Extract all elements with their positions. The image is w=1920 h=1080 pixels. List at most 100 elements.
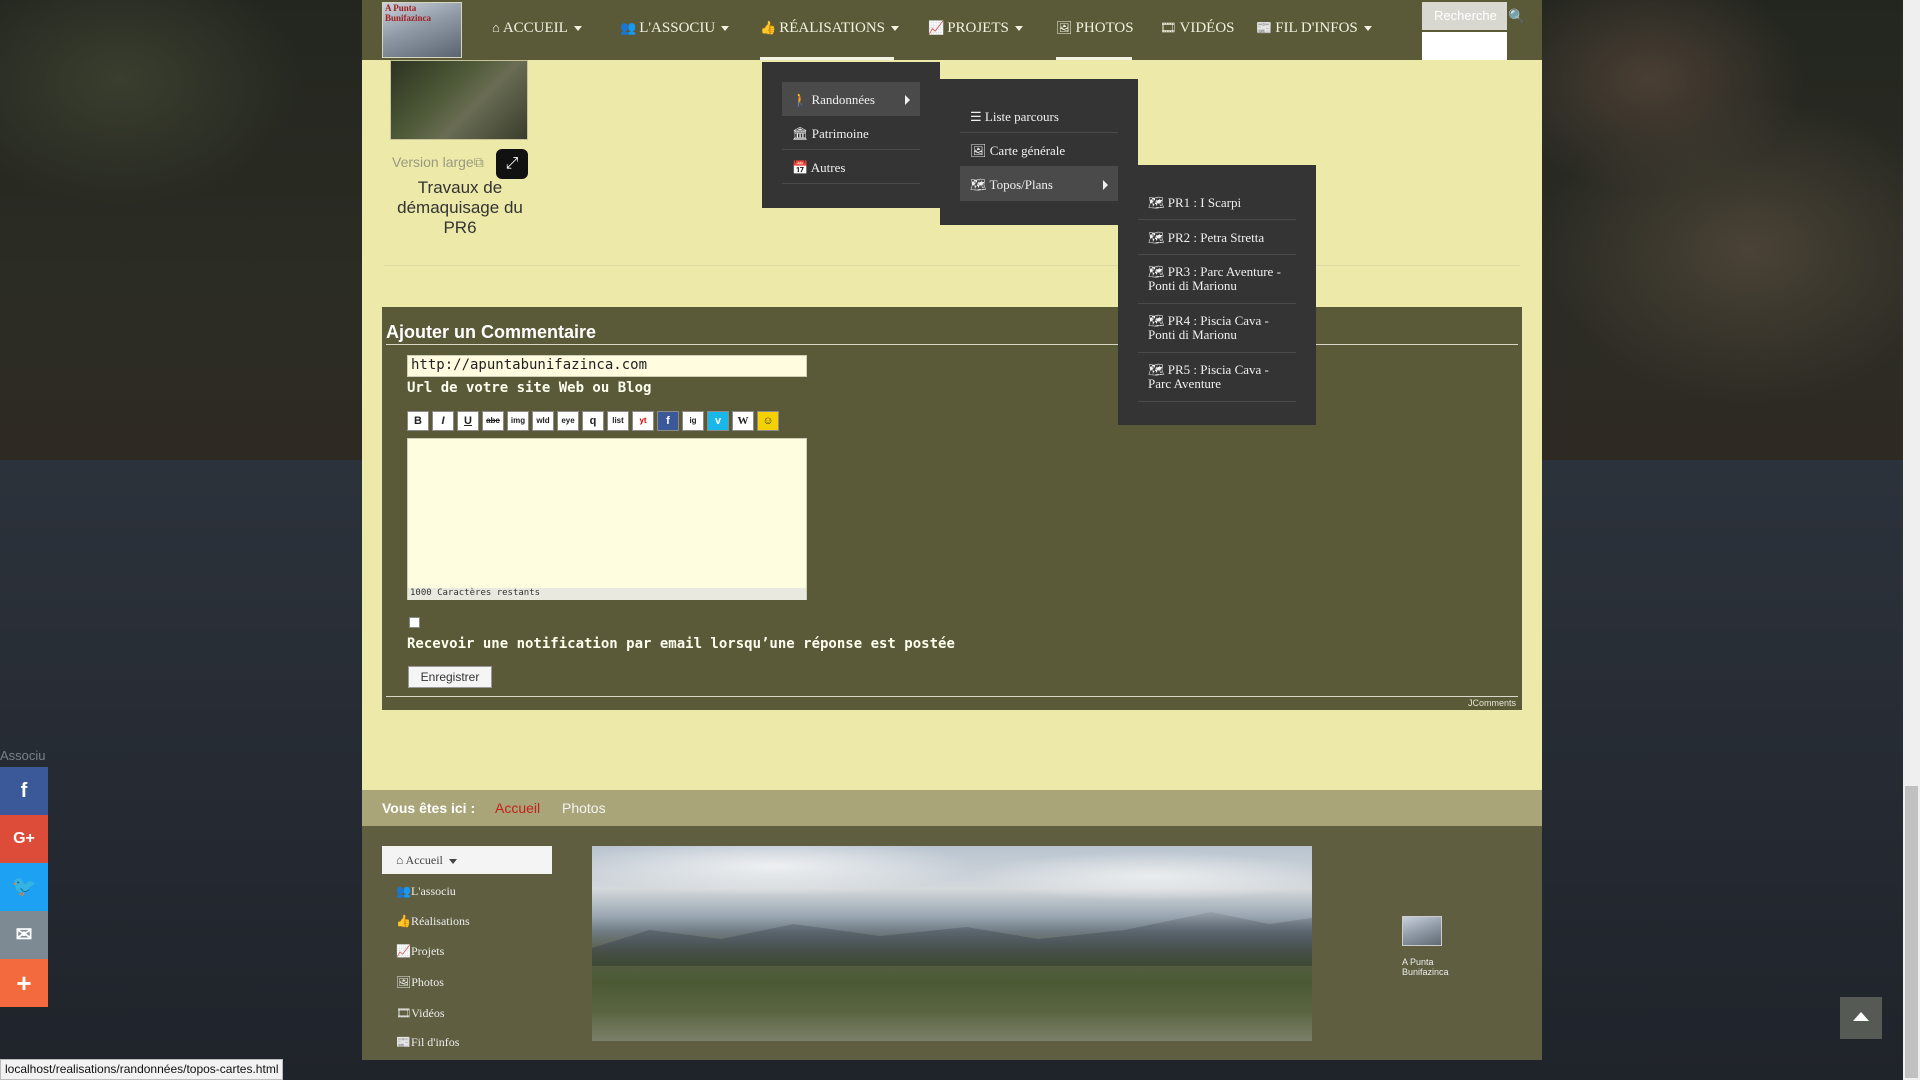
map-icon: 🗺 <box>1148 362 1165 377</box>
save-button[interactable]: Enregistrer <box>408 666 492 688</box>
footer-nav-projets[interactable]: 📈Projets <box>396 944 444 959</box>
jcomments-credit-link[interactable]: JComments <box>1440 698 1516 708</box>
nav-realisations-label: RÉALISATIONS <box>779 20 886 36</box>
nav-accueil-label: ACCUEIL <box>502 20 568 36</box>
twitter-share-button[interactable]: 🐦 <box>0 863 48 911</box>
facebook-share-button[interactable]: f <box>0 767 48 815</box>
link-button[interactable]: wld <box>532 411 554 431</box>
divider <box>386 696 1518 697</box>
nav-videos[interactable]: 🎞 VIDÉOS <box>1160 20 1235 42</box>
wikipedia-button[interactable]: W <box>732 411 754 431</box>
menu-item-label: PR4 : Piscia Cava - Ponti di Marionu <box>1148 313 1269 342</box>
list-button[interactable]: list <box>607 411 629 431</box>
instagram-button[interactable]: ig <box>682 411 704 431</box>
menu-item-patrimoine[interactable]: 🏛 Patrimoine <box>782 116 920 150</box>
underline-button[interactable]: U <box>457 411 479 431</box>
nav-photos-active-indicator <box>1056 57 1132 60</box>
expand-icon[interactable]: ⤢ <box>496 149 528 179</box>
footer-nav-fil-infos[interactable]: 📰Fil d'infos <box>396 1035 459 1050</box>
film-icon: 🎞 <box>1160 20 1177 35</box>
breadcrumb-home-link[interactable]: Accueil <box>495 800 540 816</box>
version-large-label: Version large <box>392 154 474 170</box>
menu-item-liste-parcours[interactable]: ☰ Liste parcours <box>960 99 1118 133</box>
menu-item-pr5[interactable]: 🗺 PR5 : Piscia Cava - Parc Aventure <box>1138 353 1296 402</box>
photo-thumbnail[interactable] <box>390 60 528 140</box>
realisations-dropdown: 🚶 Randonnées 🏛 Patrimoine 📅 Autres <box>762 62 940 208</box>
quote-button[interactable]: q <box>582 411 604 431</box>
menu-item-pr4[interactable]: 🗺 PR4 : Piscia Cava - Ponti di Marionu <box>1138 304 1296 353</box>
menu-item-label: Topos/Plans <box>989 177 1053 192</box>
smiley-button[interactable]: ☺ <box>757 411 779 431</box>
comment-form-title: Ajouter un Commentaire <box>386 322 597 342</box>
chars-remaining: 1000 Caractères restants <box>408 588 806 600</box>
footer-nav-realisations[interactable]: 👍Réalisations <box>396 914 470 929</box>
users-icon: 👥 <box>396 884 411 898</box>
footer-nav-label: L'associu <box>410 884 456 898</box>
italic-button[interactable]: I <box>432 411 454 431</box>
email-share-button[interactable]: ✉ <box>0 911 48 959</box>
more-share-button[interactable]: + <box>0 959 48 1007</box>
status-bar-url: localhost/realisations/randonnées/topos-… <box>0 1059 284 1080</box>
thumbs-up-icon: 👍 <box>760 20 777 35</box>
footer-nav-accueil[interactable]: ⌂ Accueil <box>382 846 552 874</box>
footer-nav-label: Photos <box>411 975 444 989</box>
caret-down-icon <box>891 26 900 32</box>
map-icon: 🗺 <box>970 177 987 192</box>
nav-fil-infos-label: FIL D'INFOS <box>1275 20 1358 36</box>
image-button[interactable]: img <box>507 411 529 431</box>
menu-item-label: PR3 : Parc Aventure - Ponti di Marionu <box>1148 264 1281 293</box>
nav-accueil[interactable]: ⌂ ACCUEIL <box>492 20 582 42</box>
youtube-button[interactable]: yt <box>632 411 654 431</box>
menu-item-carte-generale[interactable]: 🖼 Carte générale <box>960 133 1118 167</box>
picture-icon: 🖼 <box>970 143 987 158</box>
bold-button[interactable]: B <box>407 411 429 431</box>
back-to-top-button[interactable] <box>1840 997 1882 1039</box>
menu-item-label: PR5 : Piscia Cava - Parc Aventure <box>1148 362 1269 391</box>
hide-button[interactable]: eye <box>557 411 579 431</box>
breadcrumb-current: Photos <box>562 800 606 816</box>
menu-item-autres[interactable]: 📅 Autres <box>782 150 920 184</box>
nav-fil-infos[interactable]: 📰 FIL D'INFOS <box>1256 20 1372 42</box>
list-icon: ☰ <box>970 109 982 124</box>
notify-checkbox[interactable] <box>409 617 420 628</box>
footer-nav-videos[interactable]: 🎞Vidéos <box>396 1006 445 1021</box>
menu-item-pr3[interactable]: 🗺 PR3 : Parc Aventure - Ponti di Marionu <box>1138 255 1296 304</box>
nav-associu[interactable]: 👥 L'ASSOCIU <box>620 20 730 42</box>
googleplus-share-button[interactable]: G+ <box>0 815 48 863</box>
website-url-input[interactable]: http://apuntabunifazinca.com <box>407 355 807 377</box>
footer-nav-associu[interactable]: 👥L'associu <box>396 884 456 899</box>
comment-textarea[interactable] <box>407 438 807 600</box>
search-input[interactable]: Recherche <box>1422 2 1507 30</box>
facebook-button[interactable]: f <box>657 411 679 431</box>
photo-title[interactable]: Travaux de démaquisage du PR6 <box>385 178 535 238</box>
footer-logo[interactable] <box>1402 916 1442 946</box>
site-logo[interactable]: A Punta Bunifazinca <box>382 2 462 58</box>
menu-item-pr1[interactable]: 🗺 PR1 : I Scarpi <box>1138 185 1296 220</box>
menu-item-pr2[interactable]: 🗺 PR2 : Petra Stretta <box>1138 220 1296 255</box>
topos-dropdown: 🗺 PR1 : I Scarpi 🗺 PR2 : Petra Stretta 🗺… <box>1118 165 1316 425</box>
arrow-up-icon <box>1853 1012 1869 1021</box>
external-link-icon: ⧉ <box>473 154 484 170</box>
footer-logo-caption: A Punta Bunifazinca <box>1402 957 1449 977</box>
newspaper-icon: 📰 <box>396 1035 411 1049</box>
strikethrough-button[interactable]: abc <box>482 411 504 431</box>
panorama-clouds <box>592 846 1312 916</box>
website-url-label: Url de votre site Web ou Blog <box>407 380 652 396</box>
menu-item-randonnees[interactable]: 🚶 Randonnées <box>782 82 920 116</box>
scrollbar-thumb[interactable] <box>1905 786 1918 1078</box>
nav-realisations-hover-indicator <box>760 57 894 60</box>
chevron-right-icon <box>905 95 910 105</box>
nav-photos[interactable]: 🖼 PHOTOS <box>1056 20 1134 42</box>
menu-item-label: Patrimoine <box>811 126 869 141</box>
newspaper-icon: 📰 <box>1256 20 1273 35</box>
vimeo-button[interactable]: v <box>707 411 729 431</box>
nav-realisations[interactable]: 👍 RÉALISATIONS <box>760 20 900 42</box>
version-large-link[interactable]: Version large⧉ <box>392 154 484 171</box>
nav-photos-label: PHOTOS <box>1075 20 1134 36</box>
search-icon[interactable]: 🔍 <box>1508 8 1525 25</box>
search-input-area[interactable] <box>1422 32 1507 60</box>
chevron-right-icon <box>1103 180 1108 190</box>
footer-nav-photos[interactable]: 🖼Photos <box>396 975 444 990</box>
nav-projets[interactable]: 📈 PROJETS <box>928 20 1023 42</box>
menu-item-topos-plans[interactable]: 🗺 Topos/Plans <box>960 167 1118 201</box>
